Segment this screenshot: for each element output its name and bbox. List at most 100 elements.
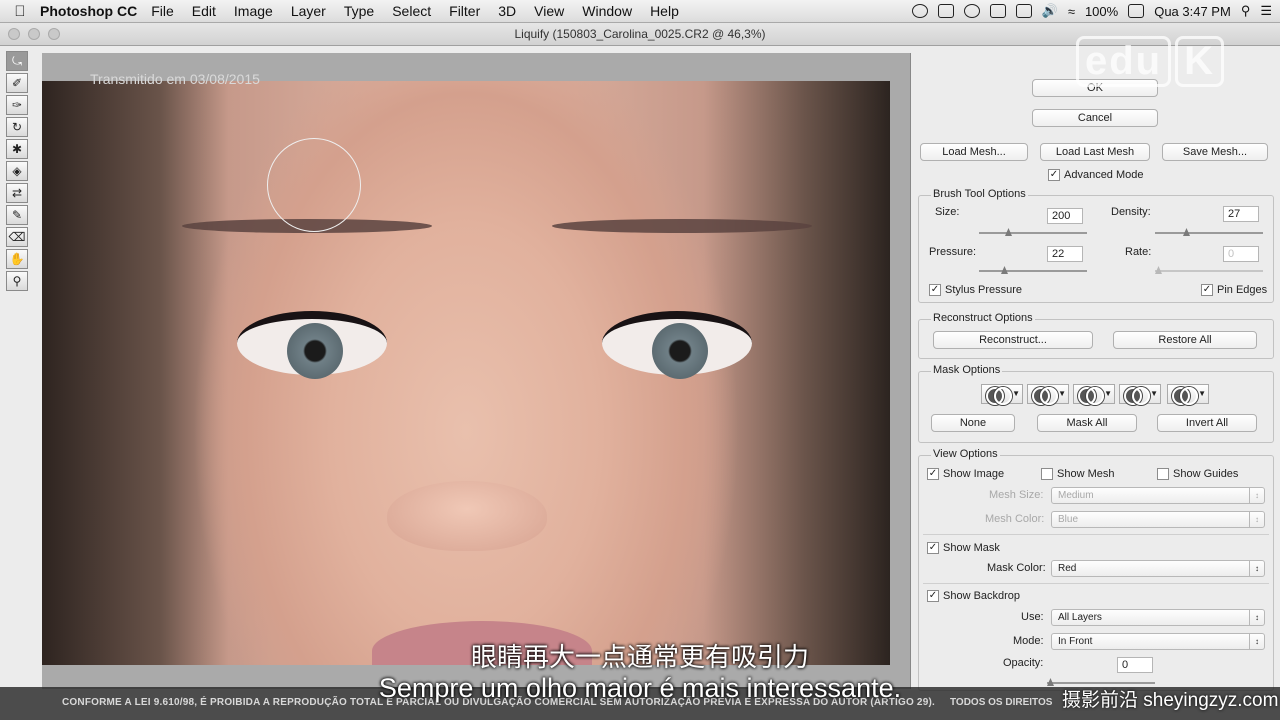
reconstruct-options-group: Reconstruct Options Reconstruct... Resto… <box>918 312 1274 359</box>
freeze-mask-tool-icon[interactable]: ✎ <box>6 205 28 225</box>
brush-cursor <box>267 138 361 232</box>
subtract-from-selection-icon[interactable]: ▼ <box>1073 384 1115 405</box>
stylus-pressure-label: Stylus Pressure <box>945 284 1023 296</box>
reconstruct-button[interactable]: Reconstruct... <box>933 331 1093 349</box>
zoom-tool-icon[interactable]: ⚲ <box>6 271 28 291</box>
mask-color-value: Red <box>1058 563 1077 574</box>
advanced-mode-checkbox[interactable]: ✓ <box>1048 169 1060 181</box>
use-select[interactable]: All Layers ↕ <box>1051 609 1265 626</box>
show-backdrop-checkbox[interactable]: ✓ <box>927 590 939 602</box>
creative-cloud-icon[interactable] <box>963 4 980 18</box>
chevron-updown-icon: ↕ <box>1249 512 1264 527</box>
cancel-button[interactable]: Cancel <box>1032 109 1158 127</box>
push-left-tool-icon[interactable]: ⇄ <box>6 183 28 203</box>
stylus-pressure-checkbox[interactable]: ✓ <box>929 284 941 296</box>
menu-bar:  Photoshop CC File Edit Image Layer Typ… <box>0 0 1280 23</box>
brush-tool-options-group: Brush Tool Options Size: 200 Density: 27… <box>918 188 1274 303</box>
apple-icon[interactable]:  <box>0 3 40 20</box>
size-label: Size: <box>935 206 960 218</box>
notification-center-icon[interactable]: ☰ <box>1260 3 1272 19</box>
liquify-toolbar: ⤿ ✐ ✑ ↻ ✱ ◈ ⇄ ✎ ⌫ ✋ ⚲ <box>6 51 30 293</box>
chevron-updown-icon: ↕ <box>1249 561 1264 576</box>
mesh-size-label: Mesh Size: <box>989 489 1044 501</box>
show-mesh-checkbox[interactable] <box>1041 468 1053 480</box>
size-input[interactable]: 200 <box>1047 208 1083 224</box>
use-value: All Layers <box>1058 612 1102 623</box>
smooth-tool-icon[interactable]: ✑ <box>6 95 28 115</box>
thaw-mask-tool-icon[interactable]: ⌫ <box>6 227 28 247</box>
menu-select[interactable]: Select <box>392 3 431 19</box>
menu-image[interactable]: Image <box>234 3 273 19</box>
add-to-selection-icon[interactable]: ▼ <box>1027 384 1069 405</box>
mask-all-button[interactable]: Mask All <box>1037 414 1137 432</box>
restore-all-button[interactable]: Restore All <box>1113 331 1257 349</box>
status-area: 🔊 ≈ 100% Qua 3:47 PM ⚲ ☰ <box>911 0 1272 22</box>
show-guides-label: Show Guides <box>1173 468 1239 480</box>
battery-icon[interactable] <box>1128 4 1145 18</box>
load-last-mesh-button[interactable]: Load Last Mesh <box>1040 143 1150 161</box>
rate-label: Rate: <box>1125 246 1152 258</box>
invert-all-button[interactable]: Invert All <box>1157 414 1257 432</box>
save-mesh-button[interactable]: Save Mesh... <box>1162 143 1268 161</box>
menu-layer[interactable]: Layer <box>291 3 326 19</box>
menu-type[interactable]: Type <box>344 3 374 19</box>
reconstruct-tool-icon[interactable]: ✐ <box>6 73 28 93</box>
pin-edges-label: Pin Edges <box>1217 284 1268 296</box>
wifi-icon[interactable]: ≈ <box>1068 4 1075 19</box>
eduk-logo: edu K <box>1072 36 1225 87</box>
right-eyebrow <box>552 219 812 233</box>
right-eye <box>602 311 752 379</box>
preview-canvas[interactable]: Transmitido em 03/08/2015 <box>42 53 911 689</box>
show-image-label: Show Image <box>943 468 1005 480</box>
mask-options-title: Mask Options <box>931 364 1003 376</box>
c-app-icon[interactable] <box>989 4 1006 18</box>
chevron-updown-icon: ↕ <box>1249 488 1264 503</box>
show-image-checkbox[interactable]: ✓ <box>927 468 939 480</box>
volume-icon[interactable]: 🔊 <box>1042 3 1058 19</box>
menu-window[interactable]: Window <box>582 3 632 19</box>
menu-3d[interactable]: 3D <box>498 3 516 19</box>
left-eye <box>237 311 387 379</box>
menu-edit[interactable]: Edit <box>192 3 216 19</box>
invert-selection-icon[interactable]: ▼ <box>1167 384 1209 405</box>
pucker-tool-icon[interactable]: ✱ <box>6 139 28 159</box>
menu-help[interactable]: Help <box>650 3 679 19</box>
bloat-tool-icon[interactable]: ◈ <box>6 161 28 181</box>
density-slider[interactable] <box>1155 228 1263 236</box>
use-label: Use: <box>1021 611 1044 623</box>
mask-color-select[interactable]: Red ↕ <box>1051 560 1265 577</box>
density-input[interactable]: 27 <box>1223 206 1259 222</box>
hand-tool-icon[interactable]: ✋ <box>6 249 28 269</box>
mesh-size-select: Medium ↕ <box>1051 487 1265 504</box>
replace-selection-icon[interactable]: ▼ <box>981 384 1023 405</box>
airplay-icon[interactable] <box>1015 4 1032 18</box>
menu-view[interactable]: View <box>534 3 564 19</box>
app-name-menu[interactable]: Photoshop CC <box>40 3 137 19</box>
logo-text: edu <box>1076 36 1172 87</box>
forward-warp-tool-icon[interactable]: ⤿ <box>6 51 28 71</box>
twirl-tool-icon[interactable]: ↻ <box>6 117 28 137</box>
pressure-input[interactable]: 22 <box>1047 246 1083 262</box>
clock[interactable]: Qua 3:47 PM <box>1154 4 1231 19</box>
pressure-slider[interactable] <box>979 266 1087 274</box>
evernote-icon[interactable] <box>911 4 928 18</box>
spotlight-search-icon[interactable]: ⚲ <box>1241 3 1251 19</box>
logo-mark: K <box>1175 36 1225 87</box>
nose <box>387 481 547 551</box>
adobe-icon[interactable] <box>937 4 954 18</box>
mesh-size-value: Medium <box>1058 490 1094 501</box>
pin-edges-checkbox[interactable]: ✓ <box>1201 284 1213 296</box>
mask-none-button[interactable]: None <box>931 414 1015 432</box>
size-slider[interactable] <box>979 228 1087 236</box>
options-panel: OK Cancel Load Mesh... Load Last Mesh Sa… <box>912 53 1280 693</box>
advanced-mode-label: Advanced Mode <box>1064 169 1144 181</box>
show-guides-checkbox[interactable] <box>1157 468 1169 480</box>
intersect-with-selection-icon[interactable]: ▼ <box>1119 384 1161 405</box>
menu-file[interactable]: File <box>151 3 174 19</box>
show-mask-checkbox[interactable]: ✓ <box>927 542 939 554</box>
portrait-image[interactable] <box>42 81 890 665</box>
menu-filter[interactable]: Filter <box>449 3 480 19</box>
broadcast-watermark: Transmitido em 03/08/2015 <box>90 71 260 87</box>
load-mesh-button[interactable]: Load Mesh... <box>920 143 1028 161</box>
density-label: Density: <box>1111 206 1151 218</box>
